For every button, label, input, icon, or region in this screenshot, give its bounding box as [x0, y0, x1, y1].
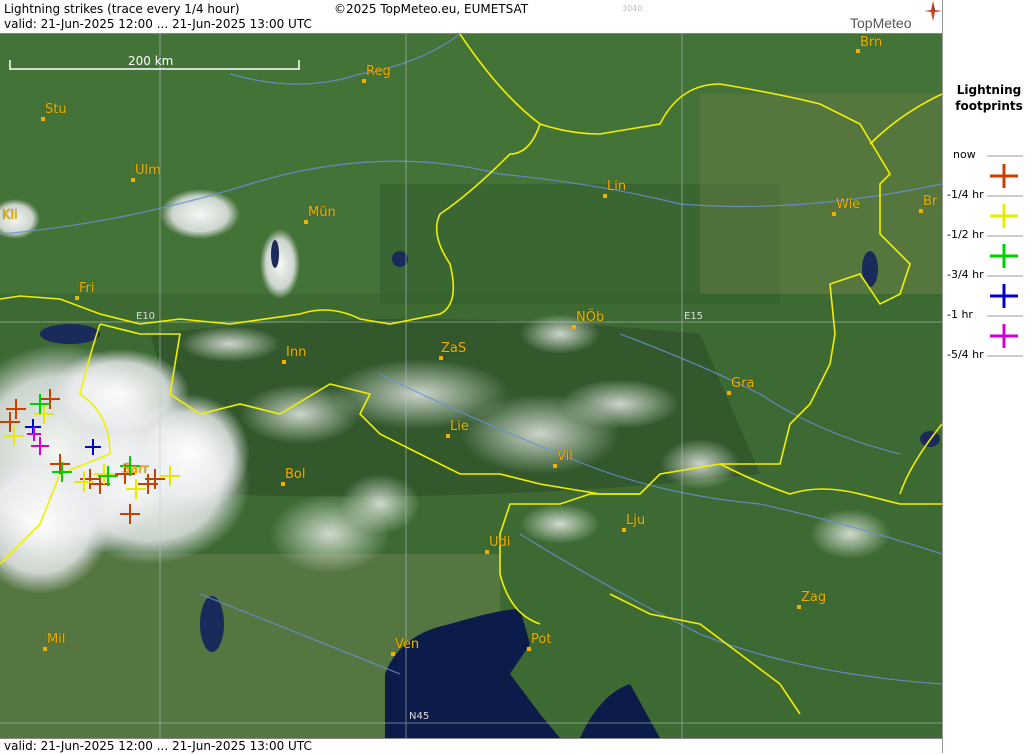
city-marker [304, 220, 308, 224]
city-marker [75, 296, 79, 300]
legend-cross-one-hour [990, 324, 1018, 348]
city-label-zag[interactable]: Zag [801, 590, 826, 605]
footer-bar: valid: 21-Jun-2025 12:00 ... 21-Jun-2025… [0, 738, 942, 754]
city-label-reg[interactable]: Reg [366, 64, 391, 79]
city-label-lin[interactable]: Lin [607, 179, 626, 194]
city-label-mil[interactable]: Mil [47, 632, 65, 647]
city-label-fri[interactable]: Fri [79, 281, 95, 296]
city-marker [41, 117, 45, 121]
legend-cross-three-quarter [990, 284, 1018, 308]
city-marker [919, 209, 923, 213]
city-marker [362, 79, 366, 83]
city-marker [485, 550, 489, 554]
footer-valid-time: valid: 21-Jun-2025 12:00 ... 21-Jun-2025… [4, 739, 312, 753]
city-label-br[interactable]: Br [923, 194, 937, 209]
city-label-ulm[interactable]: Ulm [135, 163, 161, 178]
legend-title: Lightning footprints [955, 83, 1023, 113]
city-label-ven[interactable]: Ven [395, 637, 419, 652]
city-label-pot[interactable]: Pot [531, 632, 551, 647]
city-label-mun[interactable]: Mün [308, 205, 336, 220]
city-label-kli[interactable]: Kli [2, 208, 18, 223]
city-marker [391, 652, 395, 656]
city-label-wie[interactable]: Wie [836, 197, 860, 212]
legend-cross-quarter [990, 204, 1018, 228]
city-label-stu[interactable]: Stu [45, 102, 67, 117]
topmeteo-logo[interactable]: TopMeteo [850, 1, 942, 33]
city-label-lie[interactable]: Lie [450, 419, 469, 434]
city-marker [622, 528, 626, 532]
city-label-udi[interactable]: Udi [489, 535, 510, 550]
legend-symbols [987, 155, 1023, 357]
city-marker [527, 647, 531, 651]
city-marker [439, 356, 443, 360]
legend-cross-half [990, 244, 1018, 268]
legend-cross-now [990, 164, 1018, 188]
image-code: 3040 [622, 4, 643, 13]
city-marker [43, 647, 47, 651]
city-label-inn[interactable]: Inn [286, 345, 306, 360]
city-marker [281, 482, 285, 486]
city-marker [797, 605, 801, 609]
legend-panel: Lightning footprints now -1/4 hr -1/2 hr… [942, 0, 1034, 753]
valid-time: valid: 21-Jun-2025 12:00 ... 21-Jun-2025… [4, 17, 312, 31]
city-marker [832, 212, 836, 216]
city-marker [131, 178, 135, 182]
city-marker [572, 325, 576, 329]
city-label-zas[interactable]: ZaS [441, 341, 466, 356]
city-marker [446, 434, 450, 438]
map-title: Lightning strikes (trace every 1/4 hour) [4, 2, 240, 16]
satellite-map[interactable]: 200 km E10 E15 N45 Brn Reg Stu Ulm Kli M… [0, 34, 942, 738]
city-marker [553, 464, 557, 468]
city-marker [727, 391, 731, 395]
city-marker [603, 194, 607, 198]
city-label-vil[interactable]: Vil [557, 449, 573, 464]
city-label-brn[interactable]: Brn [860, 35, 882, 50]
city-label-gra[interactable]: Gra [731, 376, 754, 391]
city-label-lju[interactable]: Lju [626, 513, 645, 528]
header-bar: Lightning strikes (trace every 1/4 hour)… [0, 0, 942, 34]
city-label-sarr[interactable]: Sarr [122, 462, 149, 477]
city-label-bol[interactable]: Bol [285, 467, 305, 482]
copyright: ©2025 TopMeteo.eu, EUMETSAT [334, 2, 529, 16]
city-marker [282, 360, 286, 364]
logo-text: TopMeteo [850, 15, 912, 31]
compass-star-icon [924, 1, 942, 21]
lightning-strikes [0, 389, 180, 524]
city-label-nob[interactable]: NÖb [576, 310, 604, 325]
